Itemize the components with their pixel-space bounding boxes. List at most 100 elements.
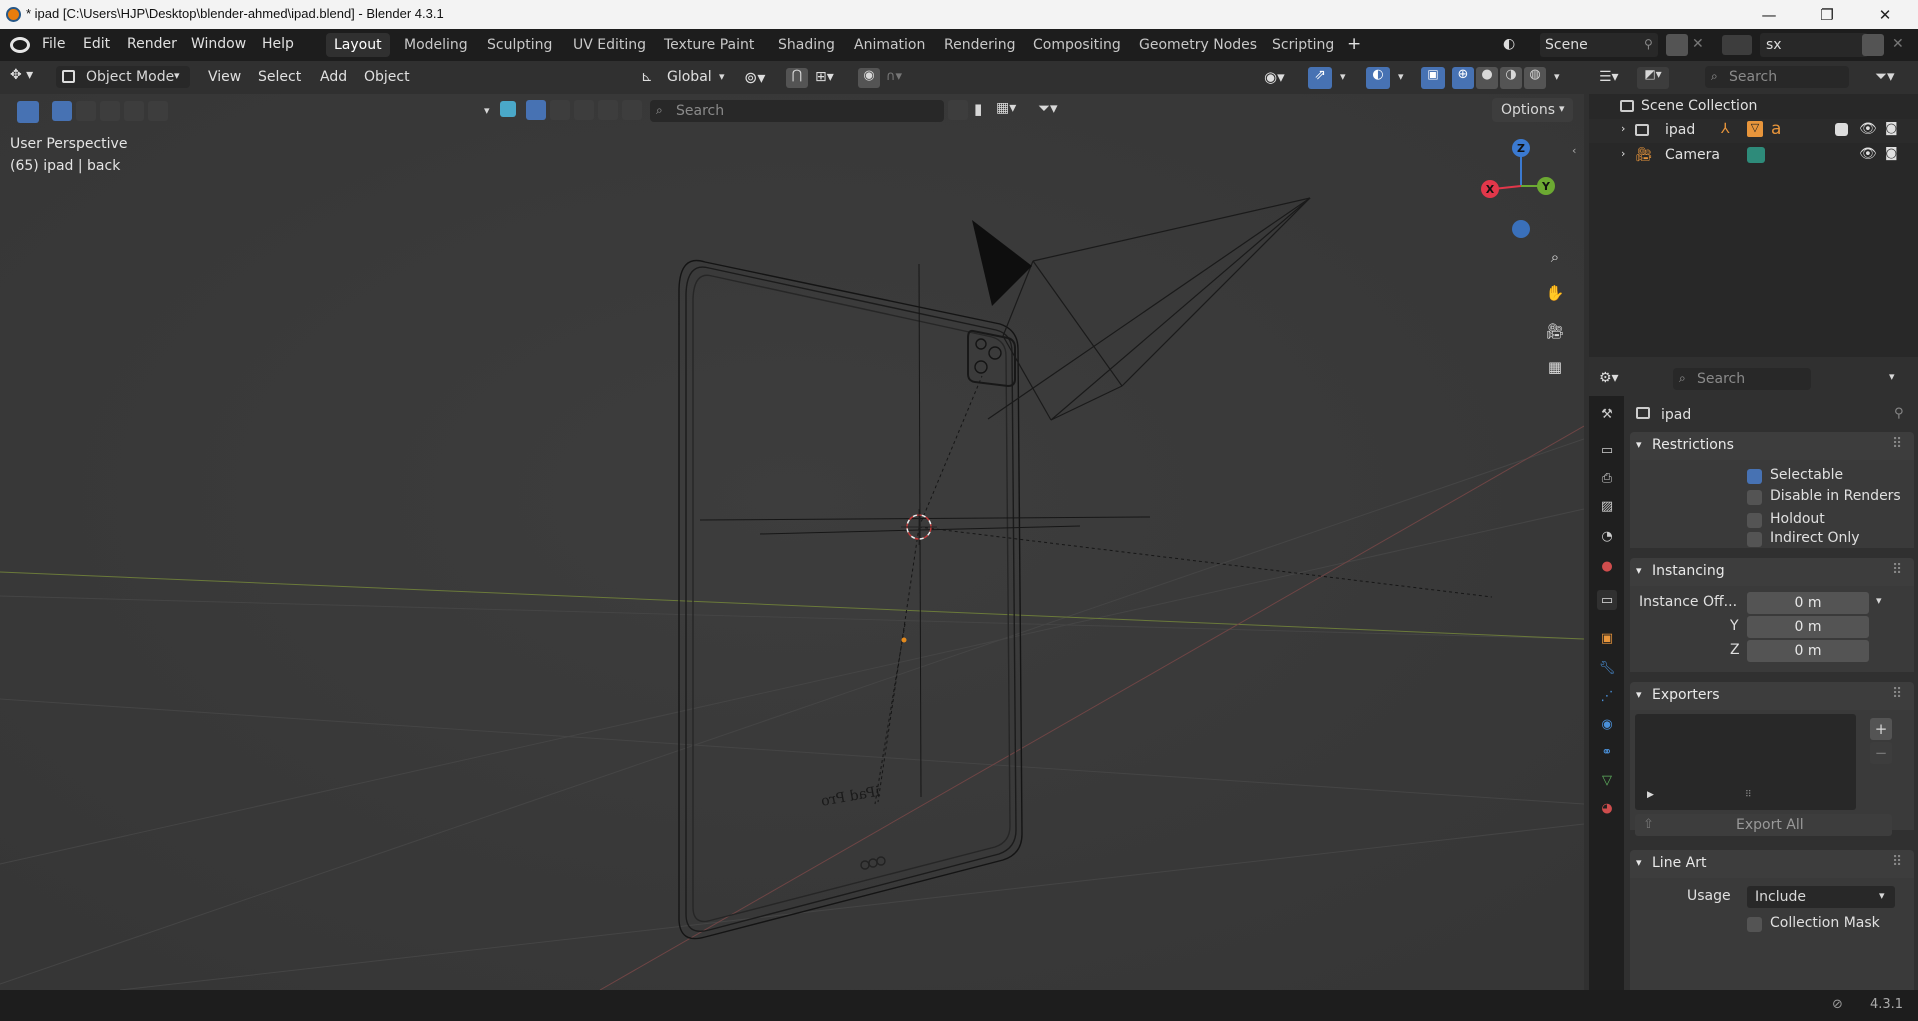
chevron-down-icon[interactable]: ▾ (484, 104, 490, 117)
add-menu[interactable]: Add (320, 69, 347, 85)
curve-icon[interactable] (948, 100, 968, 120)
gizmo-toggle-icon[interactable]: ⇗ (1308, 67, 1332, 89)
chevron-down-icon[interactable]: ▾ (1889, 370, 1895, 383)
tab-sculpting[interactable]: Sculpting (479, 33, 560, 57)
scene-name-field[interactable]: Scene (1540, 33, 1658, 57)
chevron-down-icon[interactable]: ▾ (1554, 70, 1560, 83)
new-scene-icon[interactable] (1666, 34, 1688, 56)
menu-edit[interactable]: Edit (83, 36, 110, 52)
particles-tab-icon[interactable]: ⋰ (1597, 686, 1617, 706)
editor-type-icon[interactable]: ⚙▾ (1599, 370, 1619, 386)
view-layer-tab-icon[interactable]: ▨ (1597, 496, 1617, 516)
sidebar-toggle-icon[interactable]: ‹ (1572, 144, 1576, 157)
material-tab-icon[interactable]: ◕ (1597, 798, 1617, 818)
bookmark-icon[interactable]: ▮ (974, 100, 982, 118)
tab-rendering[interactable]: Rendering (936, 33, 1024, 57)
exporters-panel-header[interactable]: ▾ Exporters ⠿ (1630, 682, 1914, 710)
camera-render-icon[interactable]: ◙ (1885, 146, 1898, 161)
options-dropdown[interactable]: Options ▾ (1492, 98, 1573, 122)
pin-scene-icon[interactable]: ⚲ (1644, 37, 1653, 51)
filter-icon[interactable]: ⏷▾ (1038, 99, 1058, 117)
select-extend-icon[interactable] (76, 101, 96, 121)
tool-tab-icon[interactable]: ⚒ (1597, 404, 1617, 424)
tab-compositing[interactable]: Compositing (1025, 33, 1129, 57)
collection-tab-icon[interactable]: ▭ (1597, 590, 1617, 610)
tab-layout[interactable]: Layout (326, 33, 390, 57)
asset-search-input[interactable]: ⌕ Search (650, 100, 944, 122)
tab-scripting[interactable]: Scripting (1264, 33, 1342, 57)
select-intersect-icon[interactable] (148, 101, 168, 121)
outliner-scene-collection[interactable]: Scene Collection (1589, 95, 1918, 119)
filter-texture-icon[interactable] (574, 100, 594, 120)
display-mode-icon[interactable]: ◩▾ (1637, 67, 1669, 89)
output-tab-icon[interactable]: ⎙ (1597, 468, 1617, 488)
scene-selector-icon[interactable]: ◐ (1503, 36, 1523, 54)
object-menu[interactable]: Object (364, 69, 410, 85)
usage-dropdown[interactable]: Include ▾ (1747, 886, 1895, 908)
solid-shading-icon[interactable]: ● (1476, 67, 1498, 89)
eye-icon[interactable]: 👁︎ (1859, 146, 1877, 162)
close-window-button[interactable]: ✕ (1862, 0, 1908, 29)
holdout-checkbox[interactable] (1747, 513, 1762, 528)
menu-render[interactable]: Render (127, 36, 177, 52)
exclude-checkbox[interactable] (1835, 123, 1848, 136)
view-layer-field[interactable]: sx (1760, 33, 1868, 57)
export-all-button[interactable]: ⇧ Export All (1635, 814, 1892, 836)
camera-view-icon[interactable]: 🎥︎ (1540, 316, 1570, 346)
display-mode-icon[interactable]: ▦▾ (996, 100, 1016, 116)
selectable-checkbox[interactable] (1747, 469, 1762, 484)
physics-tab-icon[interactable]: ◉ (1597, 714, 1617, 734)
eye-icon[interactable]: 👁︎ (1859, 121, 1877, 137)
menu-help[interactable]: Help (262, 36, 294, 52)
maximize-button[interactable]: ❐ (1804, 0, 1850, 29)
instance-offset-z-field[interactable]: 0 m (1747, 640, 1869, 662)
expand-arrow-icon[interactable]: › (1621, 122, 1625, 135)
filter-mesh-icon[interactable] (526, 100, 546, 120)
disable-in-renders-checkbox[interactable] (1747, 490, 1762, 505)
xray-toggle-icon[interactable]: ▣ (1421, 67, 1445, 89)
constraints-tab-icon[interactable]: ⚭ (1597, 742, 1617, 762)
indirect-only-checkbox[interactable] (1747, 532, 1762, 547)
resize-handle-icon[interactable]: ⠿ (1745, 790, 1752, 800)
line-art-panel-header[interactable]: ▾ Line Art ⠿ (1630, 850, 1914, 878)
mode-selector[interactable]: Object Mode ▾ (56, 66, 190, 88)
object-tab-icon[interactable]: ▣ (1597, 628, 1617, 648)
modifier-tab-icon[interactable]: 🔧︎ (1597, 658, 1617, 678)
blender-menu-icon[interactable] (10, 37, 30, 53)
filter-scene-icon[interactable] (622, 100, 642, 120)
delete-scene-icon[interactable]: ✕ (1692, 36, 1704, 52)
add-exporter-button[interactable]: + (1870, 718, 1892, 740)
pivot-point-icon[interactable]: ⊚▾ (744, 68, 765, 87)
data-tab-icon[interactable]: ▽ (1597, 770, 1617, 790)
menu-file[interactable]: File (42, 36, 65, 52)
camera-render-icon[interactable]: ◙ (1885, 121, 1898, 136)
view-layer-icon[interactable] (1722, 35, 1752, 55)
select-subtract-icon[interactable] (100, 101, 120, 121)
3d-viewport[interactable]: iPad Pro Z X Y ▾ ⌕ Search ▮ ▦▾ ⏷▾ Option… (0, 94, 1584, 990)
wireframe-shading-icon[interactable]: ⊕ (1452, 67, 1474, 89)
tab-geometry-nodes[interactable]: Geometry Nodes (1131, 33, 1265, 57)
drag-handle-icon[interactable]: ⠿ (1892, 686, 1902, 702)
select-menu[interactable]: Select (258, 69, 301, 85)
tab-uv-editing[interactable]: UV Editing (565, 33, 654, 57)
chevron-down-icon[interactable]: ▾ (1876, 594, 1882, 607)
view-menu[interactable]: View (208, 69, 241, 85)
zoom-icon[interactable]: ⌕ (1540, 242, 1570, 272)
minimize-button[interactable]: — (1746, 0, 1792, 29)
chevron-down-icon[interactable]: ▾ (1398, 70, 1404, 83)
editor-type-icon[interactable]: ✥ ▾ (10, 67, 46, 89)
select-new-icon[interactable] (52, 101, 72, 121)
tab-animation[interactable]: Animation (846, 33, 933, 57)
pin-icon[interactable]: ⚲ (1894, 406, 1904, 421)
falloff-icon[interactable]: ∩▾ (886, 69, 902, 84)
proportional-edit-icon[interactable]: ◉ (858, 68, 880, 88)
filter-material-icon[interactable] (550, 100, 570, 120)
instance-offset-y-field[interactable]: 0 m (1747, 616, 1869, 638)
orientation-selector[interactable]: Global (667, 69, 712, 85)
instance-offset-x-field[interactable]: 0 m (1747, 592, 1869, 614)
world-tab-icon[interactable]: ● (1597, 556, 1617, 576)
ortho-toggle-icon[interactable]: ▦ (1540, 352, 1570, 382)
outliner-search-input[interactable]: ⌕ Search (1705, 66, 1849, 88)
new-view-layer-icon[interactable] (1862, 34, 1884, 56)
expand-arrow-icon[interactable]: › (1621, 147, 1625, 160)
